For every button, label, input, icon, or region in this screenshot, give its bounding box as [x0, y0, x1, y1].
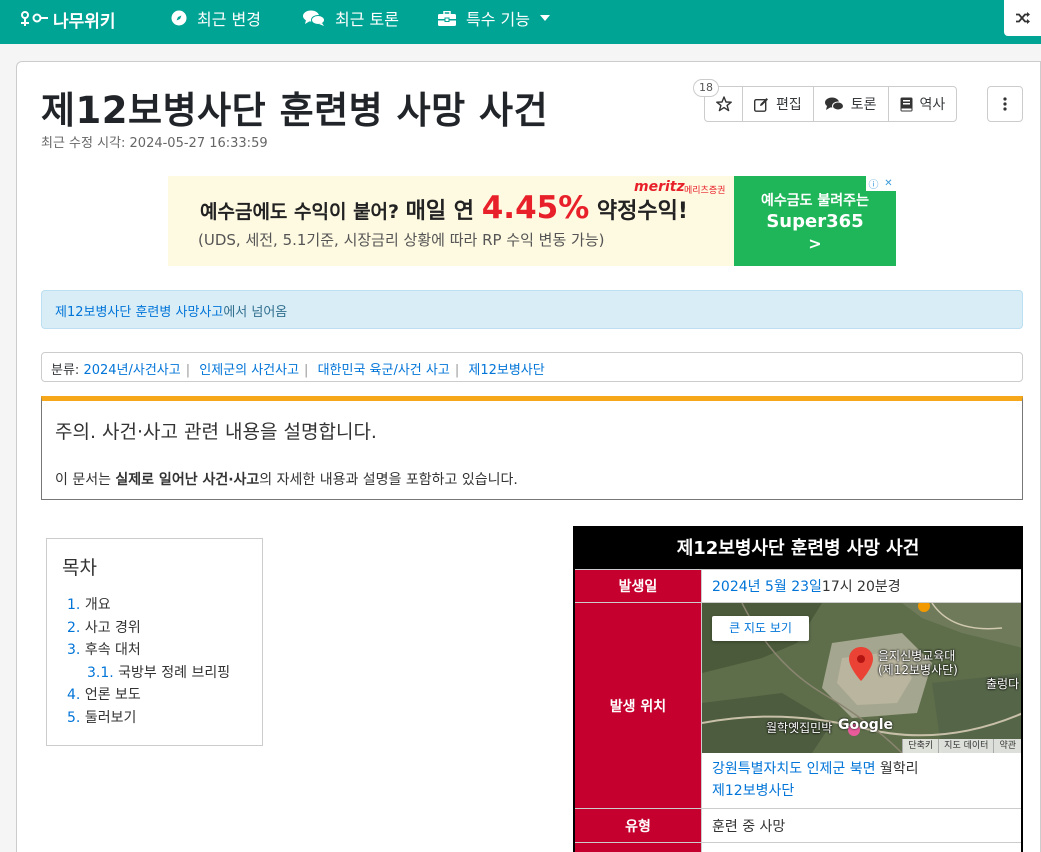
redirect-suffix: 에서 넘어옴 [223, 305, 288, 320]
ad-info-icon[interactable]: ⓘ [866, 176, 881, 191]
incident-notice: 주의. 사건·사고 관련 내용을 설명합니다. 이 문서는 실제로 일어난 사건… [41, 396, 1023, 500]
toolbox-icon [438, 10, 456, 26]
category-bar: 분류: 2024년/사건사고 | 인제군의 사건사고 | 대한민국 육군/사건 사고… [41, 352, 1023, 382]
ad-choices: ⓘ ✕ [866, 176, 896, 191]
map-footer: 단축키 지도 데이터 약관 [902, 739, 1021, 753]
nav-recent-changes[interactable]: 최근 변경 [171, 0, 261, 36]
map-pin-label-2: (제12보병사단) [878, 663, 958, 677]
discuss-label: 토론 [850, 97, 877, 113]
larger-map-button[interactable]: 큰 지도 보기 [712, 616, 809, 641]
map-footer-link[interactable]: 단축키 [902, 739, 938, 753]
toc-item[interactable]: 1. 개요 [67, 594, 230, 617]
ad-cta-arrow: > [808, 234, 822, 253]
ad-cta-line1: 예수금도 불려주는 [761, 193, 869, 209]
more-options-button[interactable] [987, 86, 1023, 122]
more-vertical-icon [1003, 97, 1007, 111]
toc-title: 목차 [62, 557, 97, 579]
toc-item[interactable]: 2. 사고 경위 [67, 617, 230, 640]
ad-banner[interactable]: meritz 메리츠증권 예수금에도 수익이 붙어? 매일 연 4.45% 약정… [168, 176, 896, 266]
star-count-badge: 18 [693, 79, 719, 97]
infobox-label [575, 843, 702, 852]
history-button[interactable]: 역사 [889, 87, 957, 121]
map-pin-icon [849, 647, 873, 681]
infobox-value [702, 843, 1021, 852]
notice-title: 주의. 사건·사고 관련 내용을 설명합니다. [55, 421, 377, 443]
star-icon [715, 96, 732, 112]
page-title: 제12보병사단 훈련병 사망 사건 [41, 89, 549, 132]
category-link[interactable]: 2024년/사건사고 [83, 363, 180, 378]
ad-brand-sub: 메리츠증권 [684, 186, 726, 196]
discuss-button[interactable]: 토론 [814, 87, 889, 121]
date-link[interactable]: 2024년 5월 23일 [712, 576, 822, 596]
category-link[interactable]: 대한민국 육군/사건 사고 [318, 363, 450, 378]
last-modified-time: 최근 수정 시각: 2024-05-27 16:33:59 [41, 136, 268, 151]
ad-headline-a: 예수금에도 수익이 붙어? [200, 201, 406, 223]
toc-item[interactable]: 5. 둘러보기 [67, 707, 230, 730]
infobox-value: 훈련 중 사망 [712, 818, 786, 835]
map-footer-link[interactable]: 약관 [993, 739, 1021, 753]
random-page-button[interactable] [1004, 0, 1041, 36]
shuffle-icon [1015, 12, 1030, 24]
map-place-label: 월학옛집민박 [766, 721, 833, 735]
nav-special-dropdown[interactable]: 특수 기능 [438, 0, 550, 36]
toc-list: 1. 개요 2. 사고 경위 3. 후속 대처 3.1. 국방부 정례 브리핑 … [67, 594, 230, 729]
toc-item[interactable]: 3.1. 국방부 정례 브리핑 [67, 662, 230, 685]
comments-icon [303, 10, 325, 26]
history-label: 역사 [919, 97, 946, 113]
ad-cta-line2: Super365 [766, 211, 864, 232]
ad-headline-b: 매일 연 [405, 199, 482, 224]
infobox-title: 제12보병사단 훈련병 사망 사건 [575, 528, 1021, 569]
site-logo[interactable]: 나무위키 [20, 8, 116, 32]
infobox-row-next [575, 842, 1021, 852]
table-of-contents: 목차 1. 개요 2. 사고 경위 3. 후속 대처 3.1. 국방부 정례 브… [46, 538, 263, 746]
category-link[interactable]: 인제군의 사건사고 [199, 363, 299, 378]
edit-label: 편집 [776, 97, 802, 113]
infobox-row-date: 발생일 2024년 5월 23일 17시 20분경 [575, 569, 1021, 602]
nav-recent-discuss[interactable]: 최근 토론 [303, 0, 399, 36]
nav-recent-discuss-label: 최근 토론 [335, 10, 399, 29]
ad-headline-rate: 4.45% [481, 190, 590, 226]
redirect-notice: 제12보병사단 훈련병 사망사고에서 넘어옴 [41, 290, 1023, 329]
nav-recent-changes-label: 최근 변경 [197, 10, 261, 29]
ad-close-icon[interactable]: ✕ [881, 176, 896, 191]
logo-mark-icon [21, 11, 48, 26]
logo-text: 나무위키 [53, 11, 116, 32]
ad-headline: 예수금에도 수익이 붙어? 매일 연 4.45% 약정수익! [200, 190, 688, 226]
toc-item[interactable]: 4. 언론 보도 [67, 684, 230, 707]
ad-headline-c: 약정수익! [589, 199, 688, 224]
article-toolbar: 편집 토론 역사 [704, 86, 958, 122]
edit-button[interactable]: 편집 [743, 87, 814, 121]
nav-special-label: 특수 기능 [466, 10, 530, 29]
caret-down-icon [539, 15, 550, 21]
category-link[interactable]: 제12보병사단 [468, 363, 544, 378]
category-label: 분류 [51, 363, 75, 378]
infobox: 제12보병사단 훈련병 사망 사건 발생일 2024년 5월 23일 17시 2… [573, 526, 1023, 852]
infobox-label: 유형 [575, 809, 702, 842]
address-link[interactable]: 강원특별자치도 인제군 북면 [712, 761, 875, 777]
map-footer-link[interactable]: 지도 데이터 [938, 739, 993, 753]
location-address: 강원특별자치도 인제군 북면 월학리 제12보병사단 [712, 761, 919, 799]
notice-text: 이 문서는 실제로 일어난 사건·사고의 자세한 내용과 설명을 포함하고 있습… [55, 472, 518, 488]
embedded-map[interactable]: 큰 지도 보기 을지신병교육대 (제12보병사단) 출렁다 월학옛집민박 Goo… [702, 603, 1021, 753]
infobox-value: 큰 지도 보기 을지신병교육대 (제12보병사단) 출렁다 월학옛집민박 Goo… [702, 603, 1021, 808]
division-link[interactable]: 제12보병사단 [712, 783, 794, 799]
compass-icon [171, 10, 187, 26]
top-navbar: 나무위키 최근 변경 최근 토론 특수 기능 [0, 0, 1041, 44]
infobox-row-type: 유형 훈련 중 사망 [575, 808, 1021, 842]
map-place-label: 출렁다 [986, 677, 1020, 691]
toc-item[interactable]: 3. 후속 대처 [67, 639, 230, 662]
book-icon [900, 97, 913, 111]
infobox-row-location: 발생 위치 큰 지도 보기 을지신병교육대 (제12보병사단) 출렁다 월학옛집… [575, 602, 1021, 808]
infobox-label: 발생일 [575, 570, 702, 602]
google-logo: Google [838, 717, 894, 733]
infobox-value: 2024년 5월 23일 17시 20분경 [702, 570, 1021, 602]
infobox-label: 발생 위치 [575, 603, 702, 808]
comments-icon [824, 97, 844, 111]
ad-subline: (UDS, 세전, 5.1기준, 시장금리 상황에 따라 RP 수익 변동 가능… [198, 231, 605, 249]
edit-icon [754, 97, 768, 112]
redirect-source-link[interactable]: 제12보병사단 훈련병 사망사고 [55, 305, 223, 320]
